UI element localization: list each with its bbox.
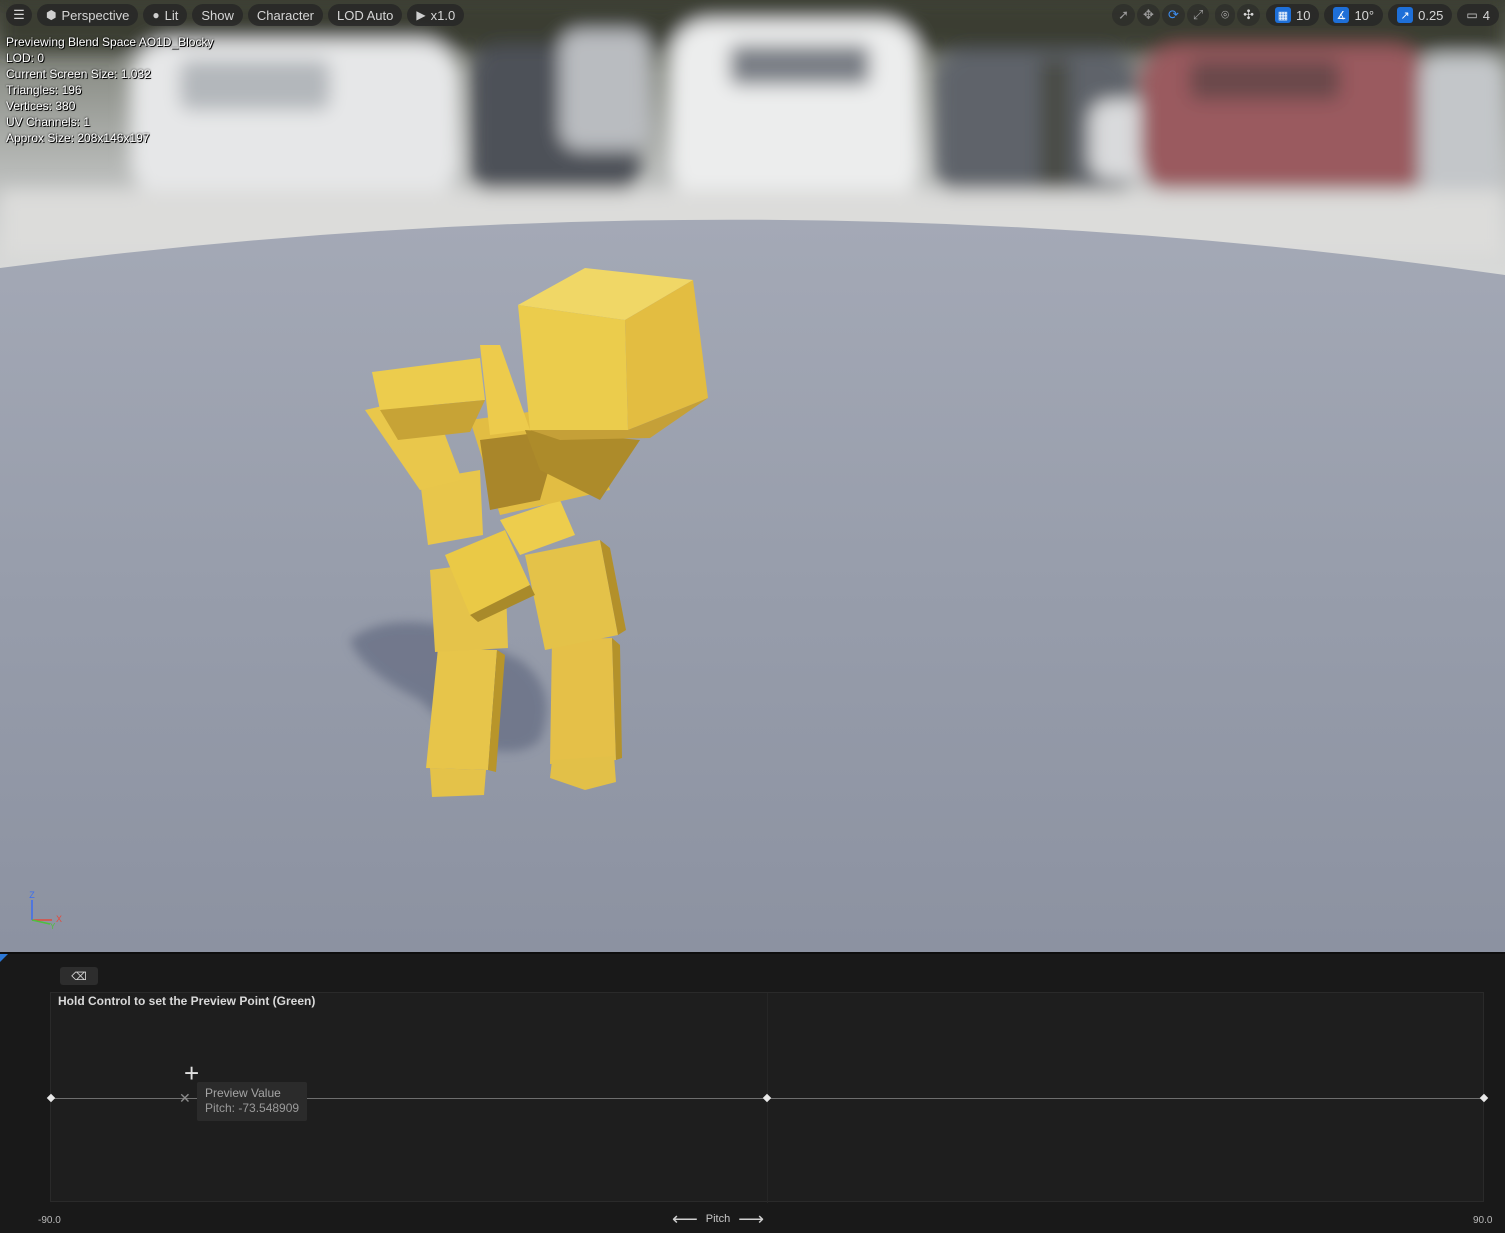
scale-icon: ⤢	[1192, 7, 1204, 22]
preview-value-tooltip: Preview Value Pitch: -73.548909	[197, 1082, 308, 1121]
stats-uv-channels: UV Channels: 1	[6, 115, 91, 129]
tooltip-title: Preview Value	[205, 1086, 281, 1100]
viewport-toolbar-right: ➚ ✥ ⟳ ⤢ ⌾ ✣ ▦ 10 ∡ 10° ↗ 0.25 ▭ 4	[1112, 4, 1499, 26]
axis-name: ⟵ Pitch ⟶	[664, 1209, 772, 1229]
world-local-button[interactable]: ⌾	[1215, 4, 1236, 26]
tag-icon: ⌫	[71, 970, 87, 983]
character-button[interactable]: Character	[247, 4, 323, 26]
rotation-snap-button[interactable]: ∡ 10°	[1324, 4, 1384, 26]
toggle-labels-button[interactable]: ⌫	[60, 967, 98, 985]
viewport[interactable]: ☰ ⬢ Perspective ● Lit Show Character LOD…	[0, 0, 1505, 952]
stats-vertices: Vertices: 380	[6, 99, 76, 113]
world-local-icon: ⌾	[1221, 7, 1230, 22]
stats-preview-asset: Previewing Blend Space AO1D_Blocky	[6, 35, 214, 49]
blend-space-panel: ⌫ Hold Control to set the Preview Point …	[0, 952, 1505, 1233]
translate-icon: ✥	[1143, 7, 1154, 22]
rotation-snap-value: 10°	[1354, 7, 1375, 23]
lod-label: LOD Auto	[337, 7, 394, 23]
stats-triangles: Triangles: 196	[6, 83, 82, 97]
lit-button[interactable]: ● Lit	[143, 4, 188, 26]
cube-icon: ⬢	[46, 8, 57, 22]
scale-mode-button[interactable]: ⤢	[1186, 4, 1210, 26]
axis-max-label: 90.0	[1473, 1215, 1493, 1226]
surface-snap-icon: ✣	[1243, 7, 1254, 22]
sample-point[interactable]	[46, 1093, 56, 1103]
surface-snap-button[interactable]: ✣	[1237, 4, 1260, 26]
stats-approx-size: Approx Size: 208x146x197	[6, 131, 150, 145]
sample-point[interactable]	[1479, 1093, 1489, 1103]
stats-lod: LOD: 0	[6, 51, 45, 65]
gizmo-y-label: Y	[50, 922, 56, 930]
play-speed-label: x1.0	[430, 7, 456, 23]
translate-mode-button[interactable]: ✥	[1137, 4, 1160, 26]
scene-background	[0, 0, 1505, 952]
play-icon: ▶	[416, 8, 426, 22]
stats-overlay: Previewing Blend Space AO1D_Blocky LOD: …	[6, 34, 213, 146]
show-label: Show	[201, 7, 234, 23]
scale-snap-icon: ↗	[1397, 7, 1414, 23]
gizmo-x-label: X	[56, 914, 62, 924]
lit-label: Lit	[164, 7, 179, 23]
play-speed-button[interactable]: ▶ x1.0	[407, 4, 465, 26]
grid-snap-value: 10	[1295, 7, 1311, 23]
viewport-toolbar-left: ☰ ⬢ Perspective ● Lit Show Character LOD…	[6, 4, 469, 26]
grid-snap-icon: ▦	[1274, 7, 1291, 23]
select-mode-button[interactable]: ➚	[1112, 4, 1136, 26]
viewport-menu-button[interactable]: ☰	[6, 4, 32, 26]
character-label: Character	[256, 7, 314, 23]
scale-snap-value: 0.25	[1418, 7, 1444, 23]
rotate-icon: ⟳	[1167, 7, 1179, 22]
perspective-label: Perspective	[61, 7, 130, 23]
select-icon: ➚	[1118, 7, 1130, 22]
arrow-left-icon: ⟵	[671, 1209, 698, 1229]
sample-point[interactable]	[762, 1093, 772, 1103]
lod-button[interactable]: LOD Auto	[328, 4, 403, 26]
sphere-icon: ●	[152, 8, 160, 22]
preview-point-marker[interactable]: ✕	[179, 1091, 191, 1105]
floor	[0, 219, 1505, 952]
stats-screen-size: Current Screen Size: 1.032	[6, 67, 151, 81]
scale-snap-button[interactable]: ↗ 0.25	[1388, 4, 1453, 26]
axis-name-label: Pitch	[705, 1213, 731, 1225]
rotate-mode-button[interactable]: ⟳	[1161, 4, 1185, 26]
arrow-right-icon: ⟶	[738, 1209, 765, 1229]
blend-space-grid[interactable]: Hold Control to set the Preview Point (G…	[46, 992, 1489, 1203]
rotation-snap-icon: ∡	[1333, 7, 1350, 23]
show-button[interactable]: Show	[192, 4, 243, 26]
tooltip-value: Pitch: -73.548909	[205, 1101, 300, 1115]
axis-gizmo-icon: Z X Y	[29, 890, 62, 930]
camera-speed-value: 4	[1482, 7, 1490, 23]
gizmo-z-label: Z	[29, 890, 35, 900]
panel-corner-marker	[0, 954, 8, 962]
camera-speed-icon: ▭	[1466, 8, 1478, 22]
hamburger-icon: ☰	[13, 7, 25, 22]
perspective-button[interactable]: ⬢ Perspective	[37, 4, 139, 26]
camera-speed-button[interactable]: ▭ 4	[1457, 4, 1499, 26]
preview-hint-text: Hold Control to set the Preview Point (G…	[58, 994, 316, 1008]
grid-snap-button[interactable]: ▦ 10	[1265, 4, 1320, 26]
axis-min-label: -90.0	[38, 1215, 61, 1226]
